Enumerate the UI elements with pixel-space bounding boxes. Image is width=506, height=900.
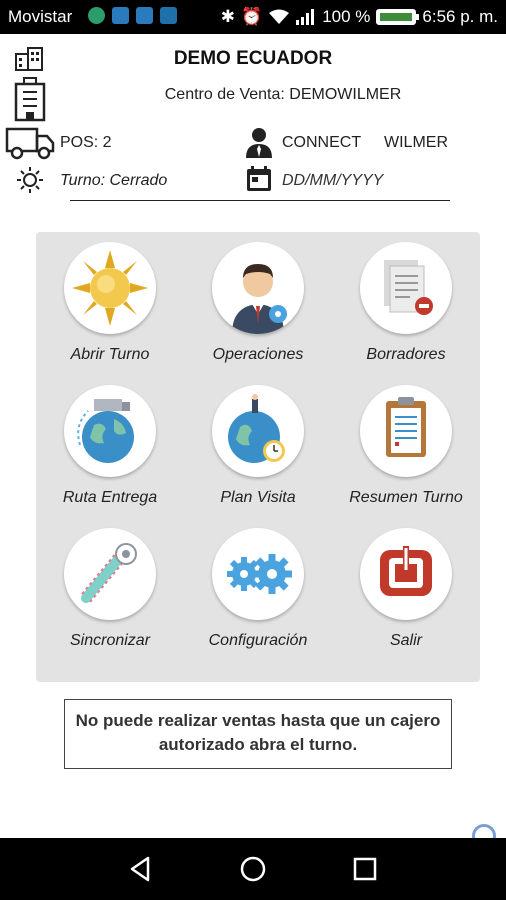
gears-icon <box>227 554 292 594</box>
shift-status: Turno: Cerrado <box>60 172 168 189</box>
date-field[interactable]: DD/MM/YYYY <box>282 172 383 190</box>
menu-label: Resumen Turno <box>349 489 463 506</box>
menu-item-resumen-turno[interactable]: Resumen Turno <box>332 375 480 523</box>
bluetooth-icon: ✱ <box>220 7 236 26</box>
drafts-icon <box>384 260 433 315</box>
app-notification-icon <box>160 7 177 24</box>
menu-label: Plan Visita <box>220 489 296 506</box>
home-icon[interactable] <box>238 854 268 884</box>
menu-label: Configuración <box>208 632 308 649</box>
menu-label: Ruta Entrega <box>62 489 158 506</box>
menu-item-ruta-entrega[interactable]: Ruta Entrega <box>36 375 184 523</box>
power-icon <box>380 546 432 596</box>
menu-circle <box>360 528 452 620</box>
menu-circle <box>212 242 304 334</box>
facebook-icon <box>112 7 129 24</box>
battery-percent: 100 % <box>322 7 371 26</box>
menu-circle <box>212 528 304 620</box>
company-name: DEMO ECUADOR <box>173 48 333 69</box>
menu-item-plan-visita[interactable]: Plan Visita <box>184 375 332 523</box>
user-icon <box>246 128 272 158</box>
menu-item-borradores[interactable]: Borradores <box>332 232 480 380</box>
menu-label: Sincronizar <box>69 632 151 649</box>
menu-circle <box>64 528 156 620</box>
menu-label: Borradores <box>366 346 446 363</box>
menu-label: Abrir Turno <box>70 346 150 363</box>
delivery-route-icon <box>77 399 134 463</box>
sun-icon <box>72 250 148 326</box>
battery-fill <box>380 13 413 21</box>
menu-item-salir[interactable]: Salir <box>332 518 480 666</box>
menu-item-operaciones[interactable]: Operaciones <box>184 232 332 380</box>
menu-label: Salir <box>389 632 422 649</box>
businessman-icon <box>232 264 287 334</box>
calendar-icon <box>247 166 271 191</box>
user-name: WILMER <box>384 134 448 151</box>
menu-circle <box>360 385 452 477</box>
menu-item-configuracion[interactable]: Configuración <box>184 518 332 666</box>
menu-item-sincronizar[interactable]: Sincronizar <box>36 518 184 666</box>
carrier-name: Movistar <box>8 7 73 26</box>
pos-number: POS: 2 <box>60 134 112 151</box>
b-app-icon <box>136 7 153 24</box>
visit-plan-icon <box>228 394 285 463</box>
menu-item-abrir-turno[interactable]: Abrir Turno <box>36 232 184 380</box>
battery-icon <box>376 9 420 25</box>
menu-circle <box>360 242 452 334</box>
back-icon[interactable] <box>126 854 156 884</box>
sun-outline-icon <box>17 167 43 193</box>
menu-circle <box>64 242 156 334</box>
alarm-icon: ⏰ <box>241 7 263 26</box>
android-nav-bar <box>0 838 506 900</box>
signal-icon <box>296 9 315 25</box>
menu-label: Operaciones <box>212 346 304 363</box>
clock: 6:56 p. m. <box>422 7 498 26</box>
menu-circle <box>212 385 304 477</box>
sales-center: Centro de Venta: DEMOWILMER <box>164 86 402 103</box>
session-header: DEMO ECUADOR Centro de Venta: DEMOWILMER… <box>0 34 506 214</box>
delivery-truck-icon <box>5 127 55 160</box>
status-right: ✱ ⏰ 100 % 6:56 p. m. <box>221 7 498 27</box>
sync-icon <box>81 543 137 603</box>
header-divider <box>70 200 450 201</box>
connection-status: CONNECT <box>282 134 362 151</box>
menu-circle <box>64 385 156 477</box>
main-menu-panel: Abrir Turno Operaciones Borradores Ruta … <box>36 232 480 682</box>
status-bar: Movistar ✱ ⏰ 100 % 6:56 p. m. <box>0 0 506 34</box>
whatsapp-icon <box>88 7 105 24</box>
shift-notice: No puede realizar ventas hasta que un ca… <box>64 699 452 769</box>
clipboard-icon <box>386 397 426 457</box>
recents-icon[interactable] <box>350 854 380 884</box>
wifi-icon <box>269 9 290 24</box>
